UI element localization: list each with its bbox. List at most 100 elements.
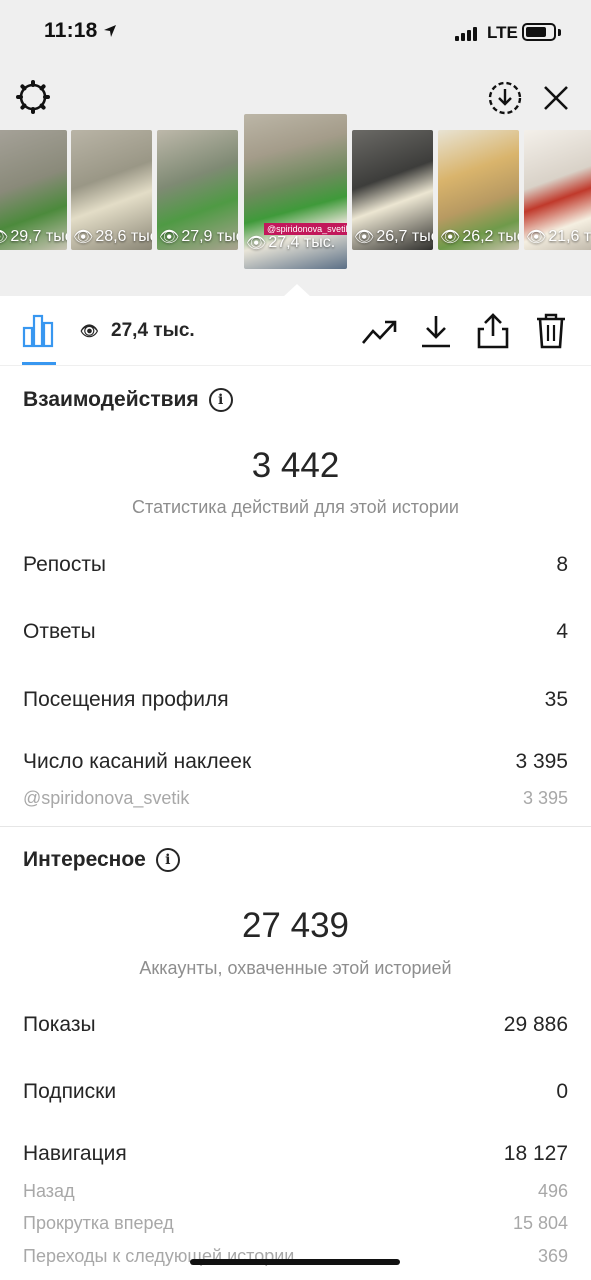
story-thumbnail[interactable]: 👁 28,6 тыс xyxy=(71,130,152,250)
discovery-title-text: Интересное xyxy=(23,848,146,871)
stat-label: Показы xyxy=(23,1013,96,1036)
stat-value: 29 886 xyxy=(503,1013,568,1036)
battery-tip xyxy=(558,29,561,36)
download-circle-icon xyxy=(488,81,522,115)
story-strip: 👁29,7 тыс 👁28,6 тыс 👁27,9 тыс 👁27,4 тыс.… xyxy=(0,114,591,269)
network-type: LTE xyxy=(487,23,518,42)
stat-row-follows: Подписки 0 xyxy=(23,1080,568,1104)
stat-value: 18 127 xyxy=(503,1142,568,1165)
save-button[interactable] xyxy=(417,312,455,350)
share-button[interactable] xyxy=(474,311,512,351)
stat-label: Ответы xyxy=(23,620,96,643)
stat-row-profile-visits: Посещения профиля 35 xyxy=(23,688,568,712)
delete-button[interactable] xyxy=(532,311,570,351)
stat-label: Посещения профиля xyxy=(23,688,229,711)
discovery-caption: Аккаунты, охваченные этой историей xyxy=(139,958,452,978)
stat-label: @spiridonova_svetik xyxy=(23,788,190,808)
battery-icon xyxy=(522,23,556,41)
stat-label: Навигация xyxy=(23,1142,127,1165)
story-thumbnail[interactable]: 👁29,7 тыс xyxy=(0,130,67,250)
stat-value: 15 804 xyxy=(512,1213,568,1233)
stat-row-impressions: Показы 29 886 xyxy=(23,1013,568,1037)
story-views-count: 26,7 тыс xyxy=(376,228,433,245)
info-icon[interactable]: i xyxy=(155,848,180,872)
stat-value: 496 xyxy=(537,1181,568,1201)
story-views-count: 28,6 тыс xyxy=(95,228,152,245)
toolbar-views-count: 27,4 тыс. xyxy=(111,320,195,341)
signal-icon xyxy=(455,26,477,41)
eye-icon: 👁 xyxy=(440,229,461,246)
stat-subrow-forward: Прокрутка вперед 15 804 xyxy=(23,1213,568,1234)
discovery-title: Интересное i xyxy=(23,848,180,872)
stat-value: 3 395 xyxy=(522,788,568,808)
story-thumbnail-current[interactable]: 👁 27,4 тыс. @spiridonova_svetik xyxy=(244,114,347,269)
stat-label: Прокрутка вперед xyxy=(23,1213,174,1233)
eye-icon: 👁 xyxy=(73,229,94,246)
story-views: 👁 26,7 тыс xyxy=(354,227,433,247)
story-views-count: 27,4 тыс. xyxy=(268,234,336,251)
insights-tab[interactable] xyxy=(20,312,58,350)
trending-up-icon xyxy=(362,320,397,344)
status-time: 11:18 xyxy=(44,19,98,42)
stat-label: Число касаний наклеек xyxy=(23,750,252,773)
story-thumbnail[interactable]: 👁 27,9 тыс xyxy=(157,130,238,250)
interactions-total: 3 442 xyxy=(251,446,340,485)
trash-icon xyxy=(537,313,565,349)
stat-value: 8 xyxy=(556,553,568,576)
stat-value: 4 xyxy=(556,620,568,643)
stat-label: Репосты xyxy=(23,553,107,576)
story-views: 👁29,7 тыс xyxy=(0,227,67,247)
stat-subrow-mention: @spiridonova_svetik 3 395 xyxy=(23,788,568,809)
promote-button[interactable] xyxy=(360,314,398,350)
discovery-total: 27 439 xyxy=(241,906,350,945)
eye-icon: 👁 xyxy=(246,235,267,252)
eye-icon: 👁 xyxy=(354,229,375,246)
story-views-count: 21,6 т xyxy=(548,228,591,245)
story-mention-sticker: @spiridonova_svetik xyxy=(264,223,347,235)
story-thumbnail[interactable]: 👁 26,2 тыс xyxy=(438,130,519,250)
stat-label: Назад xyxy=(23,1181,75,1201)
stat-row-navigation: Навигация 18 127 xyxy=(23,1142,568,1166)
stat-row-replies: Ответы 4 xyxy=(23,620,568,644)
home-indicator xyxy=(190,1259,400,1265)
stat-label: Подписки xyxy=(23,1080,117,1103)
story-views-count: 27,9 тыс xyxy=(181,228,238,245)
stat-subrow-back: Назад 496 xyxy=(23,1181,568,1202)
eye-icon: 👁 xyxy=(159,229,180,246)
story-views-count: 26,2 тыс xyxy=(462,228,519,245)
close-icon xyxy=(544,86,568,110)
interactions-title: Взаимодействия i xyxy=(23,388,233,412)
story-views: 👁 28,6 тыс xyxy=(73,227,152,247)
story-views-count: 29,7 тыс xyxy=(10,228,67,245)
eye-icon: 👁 xyxy=(526,229,547,246)
insights-tab-indicator xyxy=(22,362,56,365)
stat-row-reposts: Репосты 8 xyxy=(23,553,568,577)
gear-icon xyxy=(16,80,50,114)
section-divider xyxy=(0,826,591,827)
status-bar: 11:18 LTE xyxy=(0,0,591,64)
story-views: 👁 27,4 тыс. xyxy=(246,233,335,253)
viewers-button[interactable]: 👁 27,4 тыс. xyxy=(80,320,195,342)
download-icon xyxy=(422,316,450,348)
bar-chart-icon xyxy=(22,314,54,348)
close-button[interactable] xyxy=(538,80,574,116)
location-arrow-icon xyxy=(104,25,116,37)
stat-value: 0 xyxy=(556,1080,568,1103)
story-views: 👁 26,2 тыс xyxy=(440,227,519,247)
eye-icon: 👁 xyxy=(80,323,100,340)
story-thumbnail[interactable]: 👁 26,7 тыс xyxy=(352,130,433,250)
interactions-title-text: Взаимодействия xyxy=(23,388,199,411)
story-thumbnail[interactable]: 👁 21,6 т xyxy=(524,130,591,250)
download-story-button[interactable] xyxy=(486,79,524,117)
stat-value: 35 xyxy=(544,688,568,711)
share-icon xyxy=(477,313,509,349)
story-views: 👁 21,6 т xyxy=(526,227,591,247)
interactions-caption: Статистика действий для этой истории xyxy=(132,497,459,517)
insights-toolbar: 👁 27,4 тыс. xyxy=(0,296,591,366)
eye-icon: 👁 xyxy=(0,227,8,247)
settings-button[interactable] xyxy=(14,78,52,116)
stat-value: 3 395 xyxy=(515,750,568,773)
stat-value: 369 xyxy=(537,1246,568,1266)
info-icon[interactable]: i xyxy=(208,388,233,412)
stat-row-sticker-taps: Число касаний наклеек 3 395 xyxy=(23,750,568,774)
